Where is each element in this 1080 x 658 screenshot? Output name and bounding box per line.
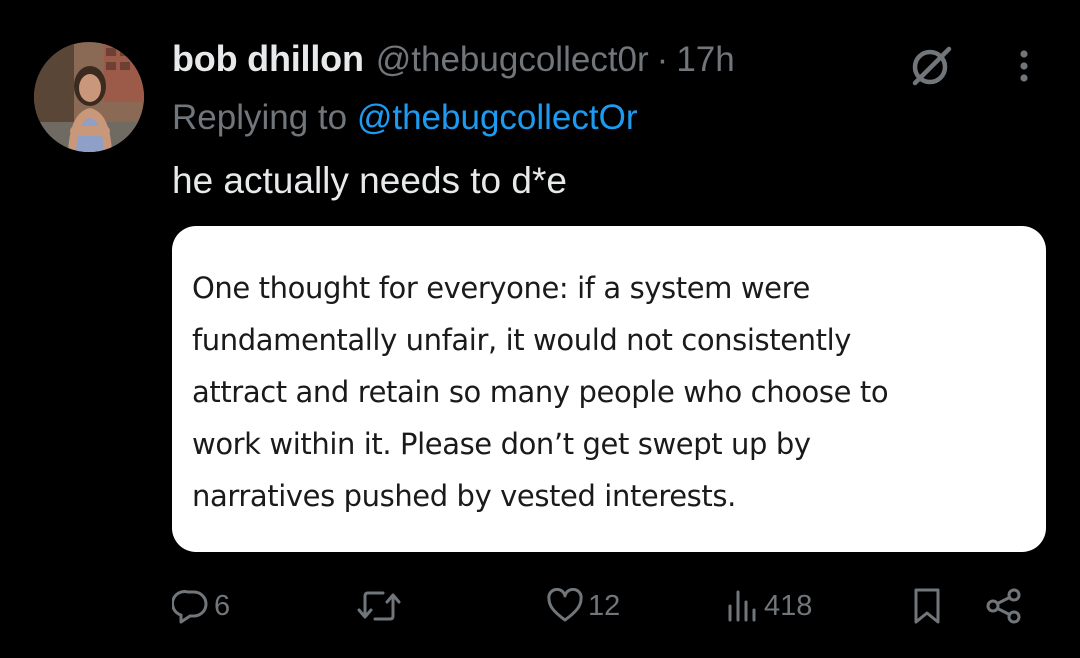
separator-dot: ·: [656, 40, 669, 79]
views-button[interactable]: 418: [726, 582, 812, 630]
author-handle[interactable]: @thebugcollect0r: [376, 40, 649, 80]
share-button[interactable]: [984, 582, 1024, 630]
action-bar: 6 12 418: [172, 582, 1046, 630]
replying-to: Replying to @thebugcollectOr: [172, 98, 638, 138]
heart-icon: [547, 588, 583, 622]
tweet: bob dhillon @thebugcollect0r · 17h Reply…: [0, 0, 1080, 658]
bookmark-button[interactable]: [910, 582, 944, 630]
grok-icon: [912, 46, 952, 86]
media-text-line: One thought for everyone: if a system we…: [192, 271, 810, 305]
display-name[interactable]: bob dhillon: [172, 38, 364, 80]
media-text-line: attract and retain so many people who ch…: [192, 375, 889, 409]
tweet-header: bob dhillon @thebugcollect0r · 17h: [172, 38, 735, 84]
like-button[interactable]: 12: [546, 582, 620, 630]
avatar-photo: [34, 42, 144, 152]
retweet-button[interactable]: [356, 582, 402, 630]
media-image[interactable]: One thought for everyone: if a system we…: [172, 226, 1046, 552]
timestamp[interactable]: 17h: [676, 40, 734, 80]
media-text-line: work within it. Please don’t get swept u…: [192, 427, 811, 461]
media-text-line: narratives pushed by vested interests.: [192, 479, 736, 513]
reply-button[interactable]: 6: [172, 582, 230, 630]
reply-count: 6: [214, 589, 231, 622]
share-icon: [986, 588, 1021, 624]
like-count: 12: [588, 589, 621, 622]
media-text-line: fundamentally unfair, it would not consi…: [192, 323, 852, 357]
replying-to-handle[interactable]: @thebugcollectOr: [357, 98, 638, 137]
bookmark-icon: [914, 588, 940, 624]
more-options-button[interactable]: [1004, 38, 1044, 94]
views-count: 418: [764, 589, 813, 622]
media-text: One thought for everyone: if a system we…: [192, 262, 1026, 522]
tweet-text: he actually needs to d*e: [172, 160, 567, 201]
more-dots-icon: [1020, 50, 1028, 82]
avatar[interactable]: [34, 42, 144, 152]
views-chart-icon: [728, 590, 756, 622]
grok-button[interactable]: [900, 38, 964, 94]
retweet-icon: [357, 591, 401, 621]
replying-to-label: Replying to: [172, 98, 357, 137]
reply-bubble-icon: [172, 590, 208, 624]
